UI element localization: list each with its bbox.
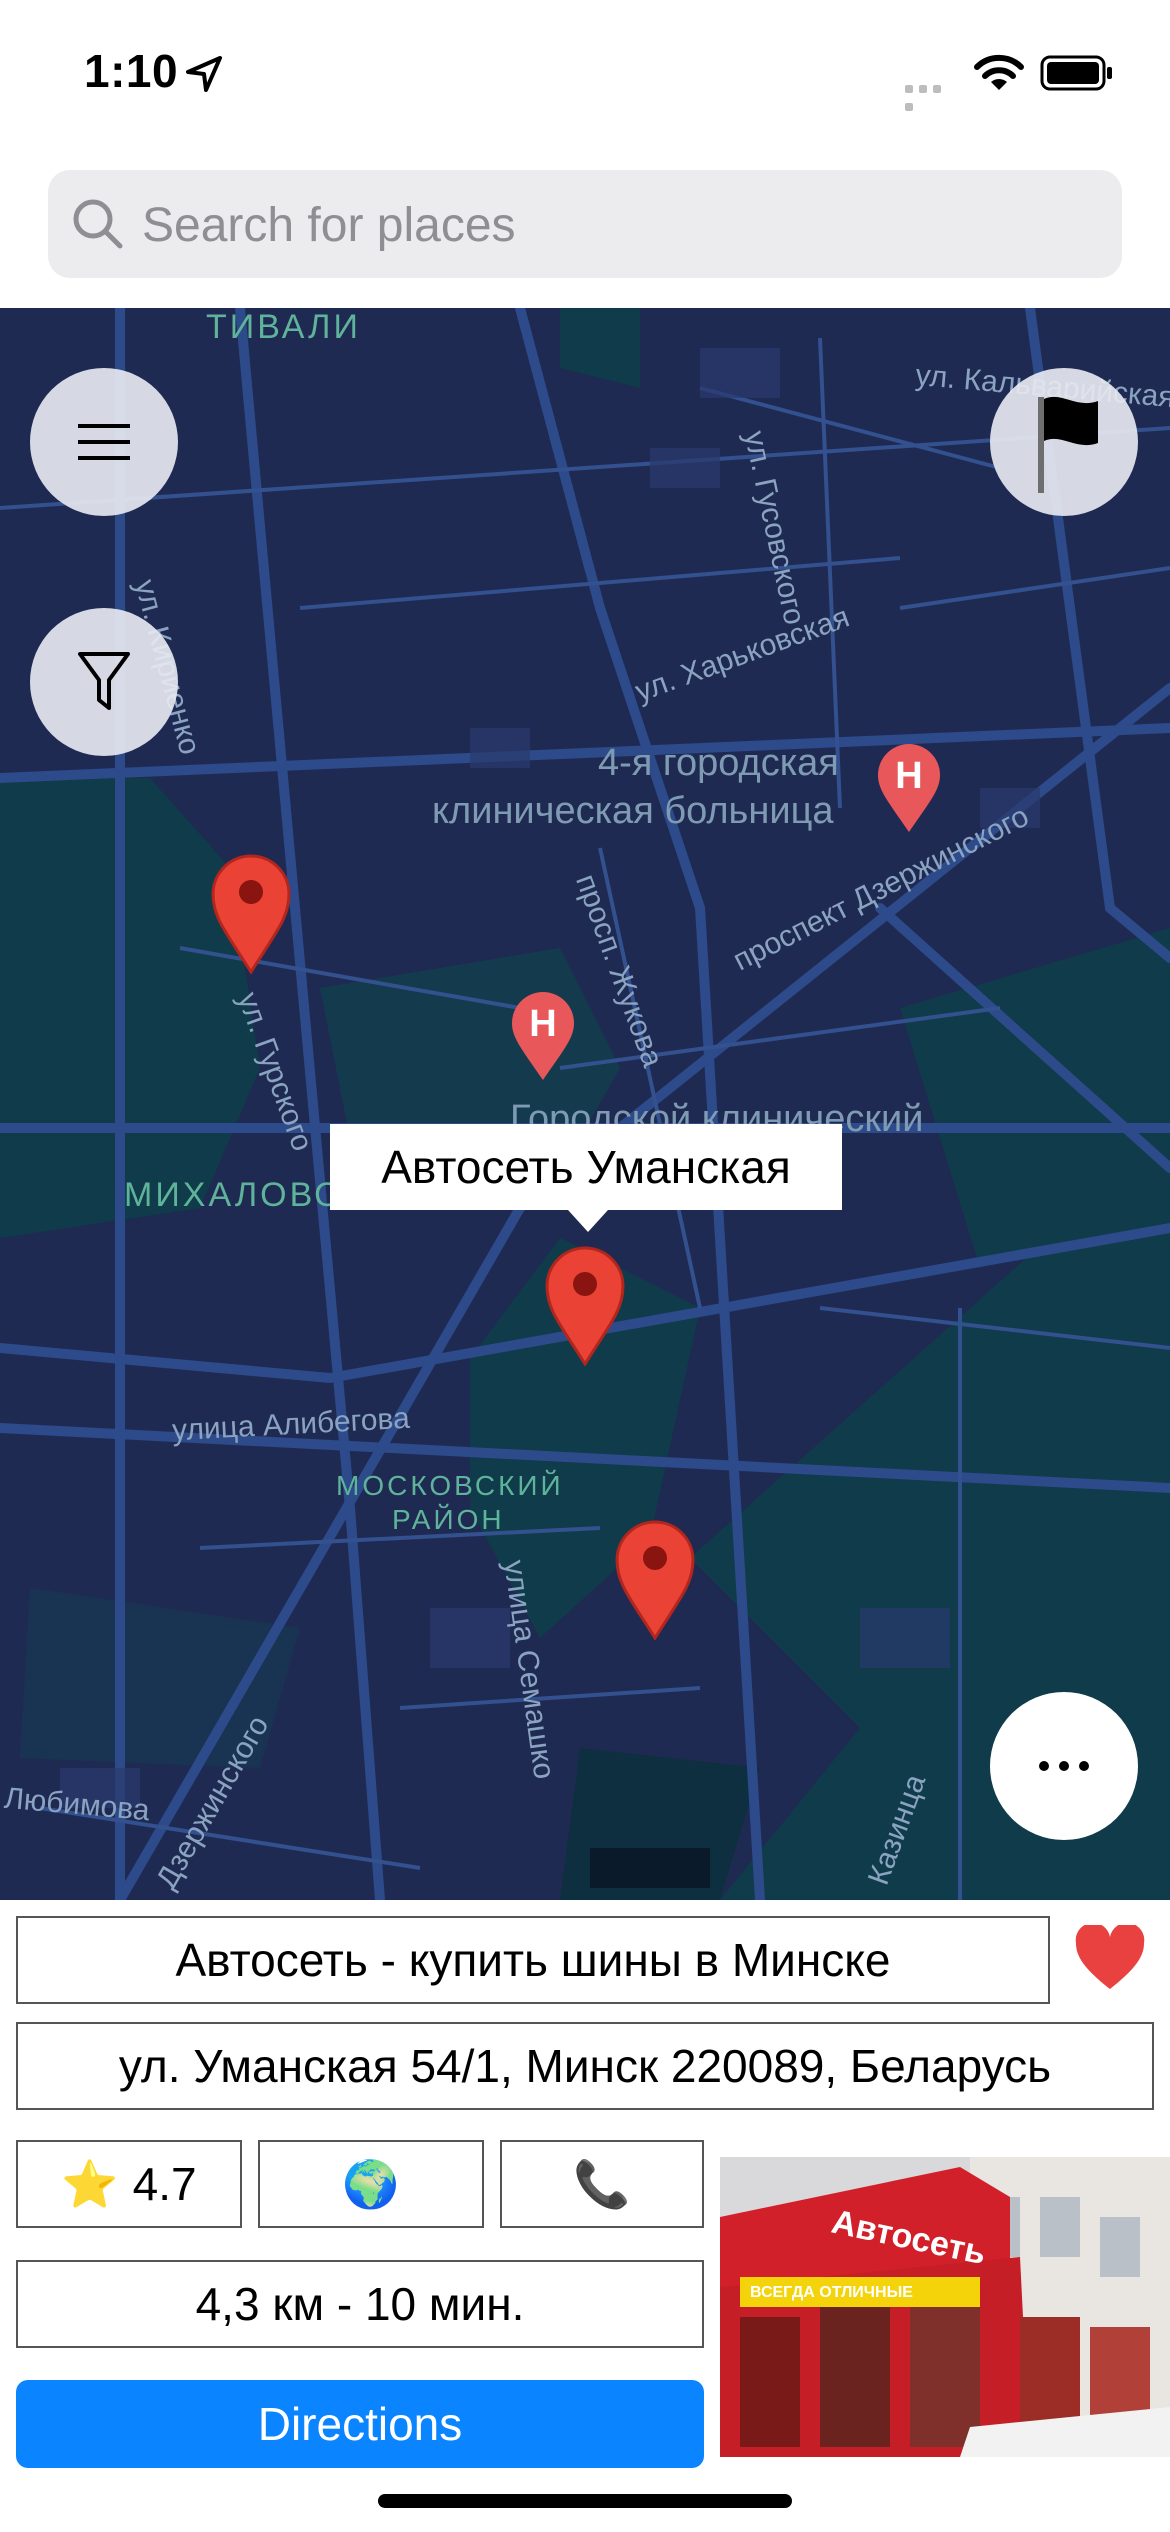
hospital-marker-icon[interactable]: H: [876, 744, 942, 834]
star-icon: ⭐: [61, 2157, 119, 2210]
map-label-hospital-line1: 4-я городская: [598, 742, 839, 784]
status-bar: 1:10: [0, 0, 1170, 150]
place-tooltip[interactable]: Автосеть Уманская: [330, 1124, 842, 1232]
menu-icon: [78, 424, 130, 460]
search-bar[interactable]: [48, 170, 1122, 278]
flag-icon: [1038, 396, 1098, 493]
hospital-marker-icon[interactable]: H: [510, 992, 576, 1082]
battery-icon: [1040, 55, 1112, 91]
more-button[interactable]: [990, 1692, 1138, 1840]
map-label-moskovsky-line2: РАЙОН: [392, 1504, 505, 1535]
search-input[interactable]: [140, 190, 1044, 260]
map-view[interactable]: ТИВАЛИ ул. Кальварийская ул. Гусовского …: [0, 308, 1170, 1900]
location-arrow-icon: [186, 56, 222, 92]
svg-text:H: H: [529, 1003, 556, 1045]
svg-text:H: H: [895, 755, 922, 797]
place-name-field: Автосеть - купить шины в Минске: [16, 1916, 1050, 2004]
search-icon: [73, 199, 123, 249]
directions-button[interactable]: Directions: [16, 2380, 704, 2468]
map-label-hospital-line2: клиническая больница: [432, 790, 834, 832]
home-indicator[interactable]: [378, 2494, 792, 2508]
photo-signage-sub: ВСЕГДА ОТЛИЧНЫЕ: [750, 2284, 913, 2301]
distance-field: 4,3 км - 10 мин.: [16, 2260, 704, 2348]
rating-field: ⭐ 4.7: [16, 2140, 242, 2228]
website-button[interactable]: 🌍: [258, 2140, 484, 2228]
flag-button[interactable]: [990, 368, 1138, 516]
filter-button[interactable]: [30, 608, 178, 756]
globe-icon: 🌍: [342, 2157, 400, 2210]
place-photo[interactable]: Автосеть ВСЕГДА ОТЛИЧНЫЕ: [720, 2157, 1170, 2457]
more-icon: [1039, 1761, 1089, 1771]
map-label-mikhalovo: МИХАЛОВО: [124, 1176, 344, 1214]
favorite-heart-icon[interactable]: [1074, 1925, 1146, 1991]
place-pin-selected-icon[interactable]: [544, 1246, 626, 1366]
map-label-tivali: ТИВАЛИ: [206, 308, 361, 346]
map-label-moskovsky-line1: МОСКОВСКИЙ: [336, 1470, 564, 1501]
place-photo-image: Автосеть ВСЕГДА ОТЛИЧНЫЕ: [720, 2157, 1170, 2457]
rating-value: 4.7: [132, 2158, 197, 2210]
place-address-field: ул. Уманская 54/1, Минск 220089, Беларус…: [16, 2022, 1154, 2110]
status-time: 1:10: [84, 45, 179, 97]
phone-icon: 📞: [573, 2157, 631, 2210]
filter-icon: [78, 652, 130, 710]
place-pin-icon[interactable]: [210, 854, 292, 974]
phone-button[interactable]: 📞: [500, 2140, 704, 2228]
wifi-icon: [974, 54, 1024, 90]
signal-icon: [905, 80, 959, 111]
menu-button[interactable]: [30, 368, 178, 516]
place-pin-icon[interactable]: [614, 1520, 696, 1640]
